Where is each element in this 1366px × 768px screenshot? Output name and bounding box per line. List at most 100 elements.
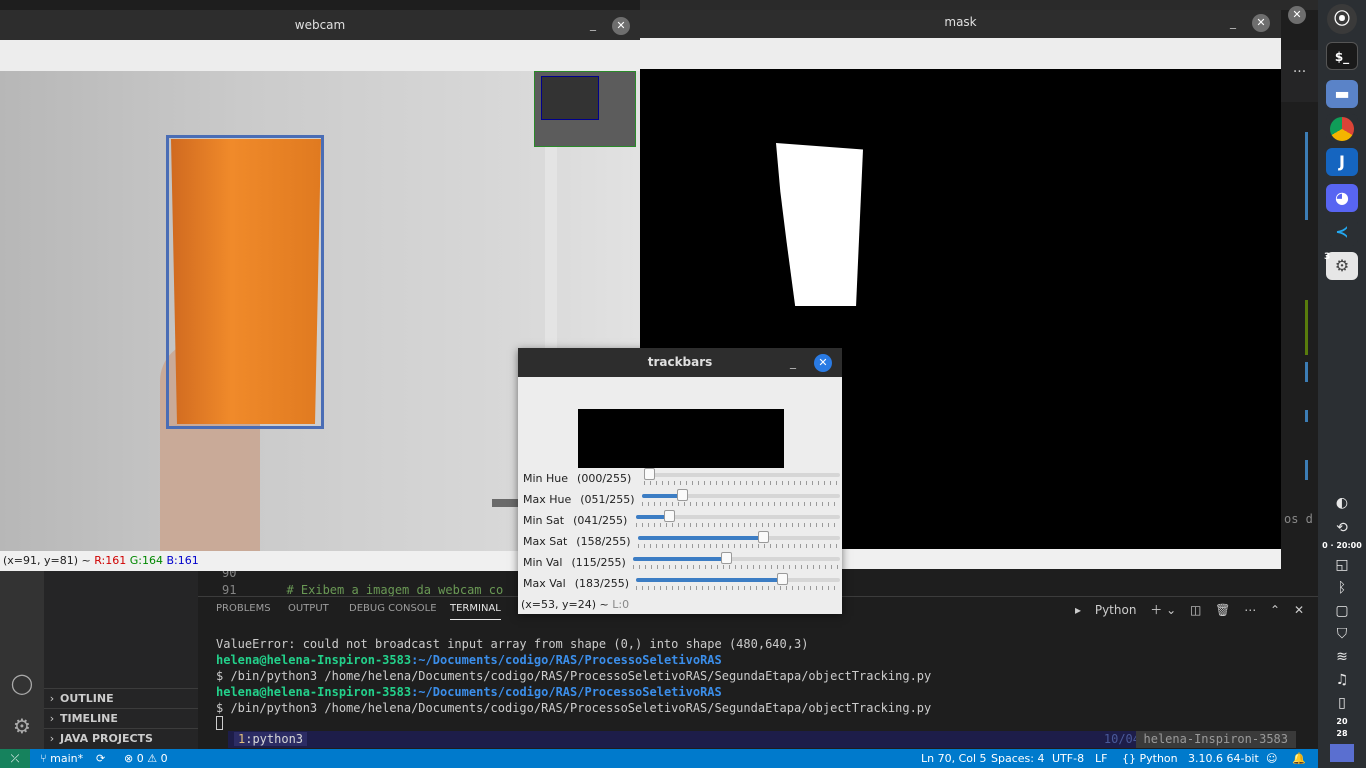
- overlay-inner-box: [541, 76, 599, 120]
- trackbar-handle[interactable]: [676, 489, 688, 501]
- tmux-status-bar: 1:python3 10/04 helena-Inspiron-3583: [228, 731, 1296, 748]
- trackbar-slider[interactable]: [636, 573, 840, 585]
- trackbar-preview: [578, 409, 784, 468]
- trackbar-fill: [642, 494, 682, 498]
- terminal-prompt: helena@helena-Inspiron-3583:~/Documents/…: [216, 653, 722, 667]
- tab-output[interactable]: OUTPUT: [288, 603, 329, 614]
- split-terminal-icon[interactable]: ◫: [1190, 603, 1201, 617]
- tab-problems[interactable]: PROBLEMS: [216, 603, 271, 614]
- problems-indicator[interactable]: ⊗ 0 ⚠ 0: [124, 749, 168, 768]
- chevron-right-icon: ›: [49, 692, 55, 705]
- minimize-icon[interactable]: _: [1226, 16, 1240, 30]
- chrome-icon[interactable]: [1326, 114, 1358, 142]
- sidebar: › OUTLINE › TIMELINE › JAVA PROJECTS: [44, 570, 198, 750]
- trackbar-label: Min Val (115/255): [523, 556, 626, 569]
- close-icon[interactable]: ✕: [1288, 6, 1306, 24]
- status-bar: ⤫ ⑂ main* ⟳ ⊗ 0 ⚠ 0 Ln 70, Col 5 Spaces:…: [0, 749, 1318, 768]
- window-title: mask: [640, 10, 1281, 38]
- trackbar-handle[interactable]: [644, 468, 655, 480]
- terminal-shell-button[interactable]: ▸ Python: [1075, 603, 1136, 617]
- trackbar-slider[interactable]: [638, 531, 840, 543]
- trackbar-fill: [633, 557, 727, 561]
- editor-code-fragment: os d: [1284, 512, 1313, 526]
- vscode-title-strip: [640, 0, 1318, 10]
- remote-icon[interactable]: ⤫: [0, 749, 30, 768]
- discord-icon[interactable]: ◕: [1326, 184, 1358, 212]
- cursor-position[interactable]: Ln 70, Col 5: [921, 749, 987, 768]
- files-icon[interactable]: ▬: [1326, 80, 1358, 108]
- clock[interactable]: 20 28: [1318, 716, 1366, 740]
- terminal-cursor[interactable]: [216, 716, 223, 730]
- python-interpreter[interactable]: 3.10.6 64-bit: [1188, 749, 1259, 768]
- close-panel-icon[interactable]: ✕: [1294, 603, 1304, 617]
- branch-indicator[interactable]: ⑂ main*: [40, 749, 83, 768]
- notes-icon[interactable]: ◱: [1330, 555, 1354, 575]
- show-desktop-icon[interactable]: [1330, 744, 1354, 762]
- trackbar-label: Min Hue (000/255): [523, 472, 632, 485]
- trackbar-handle[interactable]: [758, 531, 770, 543]
- sync-icon[interactable]: ⟳: [96, 749, 105, 768]
- trackbar-ticks: [636, 523, 840, 527]
- trackbar-handle[interactable]: [777, 573, 789, 585]
- terminal-icon[interactable]: $_: [1326, 42, 1358, 70]
- night-light-icon[interactable]: ◐: [1330, 493, 1354, 513]
- trackbar-slider[interactable]: [636, 510, 840, 522]
- trackbar-row: Min Val (115/255): [518, 552, 842, 574]
- battery-icon[interactable]: ▯: [1330, 693, 1354, 713]
- code-comment: # Exibem a imagem da webcam co: [286, 583, 504, 597]
- trackbar-slider[interactable]: [633, 552, 840, 564]
- gear-icon[interactable]: ⚙: [10, 714, 34, 738]
- screenshot-icon[interactable]: ⟲: [1330, 518, 1354, 538]
- trash-icon[interactable]: 🗑: [1215, 603, 1230, 617]
- wifi-icon[interactable]: ≋: [1330, 647, 1354, 667]
- encoding[interactable]: UTF-8: [1052, 749, 1084, 768]
- end-of-line[interactable]: LF: [1095, 749, 1107, 768]
- bell-icon[interactable]: 🔔: [1292, 749, 1306, 768]
- trackbar-slider[interactable]: [642, 489, 840, 501]
- trackbar-handle[interactable]: [663, 510, 675, 522]
- window-title: webcam: [0, 10, 640, 40]
- music-icon[interactable]: ♫: [1330, 670, 1354, 690]
- indentation[interactable]: Spaces: 4: [991, 749, 1044, 768]
- new-terminal-button[interactable]: ＋ ⌄: [1150, 603, 1176, 617]
- trackbar-slider[interactable]: [644, 468, 840, 480]
- activity-bar: ◯ ⚙: [0, 570, 44, 750]
- tab-terminal[interactable]: TERMINAL: [450, 603, 501, 620]
- maximize-panel-icon[interactable]: ⌃: [1270, 603, 1280, 617]
- trackbar-row: Min Hue (000/255): [518, 468, 842, 490]
- trackbars-window: trackbars _ ✕ Min Hue (000/255) Max Hue (05…: [518, 348, 842, 614]
- bluetooth-icon[interactable]: ᛒ: [1330, 578, 1354, 598]
- trackbar-ticks: [633, 565, 840, 569]
- feedback-icon[interactable]: ☺: [1266, 749, 1277, 768]
- app-dock: ⦿ $_ ▬ J ◕ ≺ ⚙ 3 ◐ ⟲ 0 · 20:00 ◱ ᛒ ▢ ⛉ ≋…: [1318, 0, 1366, 768]
- tab-debug-console[interactable]: DEBUG CONSOLE: [349, 603, 437, 614]
- minimize-icon[interactable]: _: [786, 356, 800, 370]
- language-mode[interactable]: {} Python: [1122, 749, 1178, 768]
- tracking-box: [166, 135, 324, 429]
- close-icon[interactable]: ✕: [1252, 14, 1270, 32]
- minimap-marker: [1305, 132, 1308, 220]
- trackbars-status-bar: (x=53, y=24) ~ L:0: [521, 598, 630, 611]
- sidebar-section-timeline[interactable]: › TIMELINE: [44, 708, 198, 728]
- shield-icon[interactable]: ⛉: [1330, 624, 1354, 644]
- minimize-icon[interactable]: _: [586, 18, 600, 32]
- more-actions-button[interactable]: ...: [1281, 50, 1318, 86]
- account-icon[interactable]: ◯: [10, 671, 34, 695]
- joplin-icon[interactable]: J: [1326, 148, 1358, 176]
- menu-icon[interactable]: ⦿: [1327, 4, 1357, 34]
- trackbar-label: Max Val (183/255): [523, 577, 629, 590]
- trackbar-row: Min Sat (041/255): [518, 510, 842, 532]
- close-icon[interactable]: ✕: [814, 354, 832, 372]
- badge-count: 3: [1324, 252, 1331, 262]
- sidebar-section-outline[interactable]: › OUTLINE: [44, 688, 198, 708]
- trackbar-handle[interactable]: [721, 552, 733, 564]
- more-icon[interactable]: ⋯: [1244, 603, 1256, 617]
- tmux-window[interactable]: 1:python3: [234, 732, 308, 746]
- clipboard-icon[interactable]: ▢: [1330, 601, 1354, 621]
- vscode-tab-strip: [1281, 86, 1318, 102]
- sidebar-section-java-projects[interactable]: › JAVA PROJECTS: [44, 728, 198, 748]
- close-icon[interactable]: ✕: [612, 17, 630, 35]
- settings-icon[interactable]: ⚙: [1326, 252, 1358, 280]
- vscode-icon[interactable]: ≺: [1326, 218, 1358, 246]
- minimap-marker: [1305, 410, 1308, 422]
